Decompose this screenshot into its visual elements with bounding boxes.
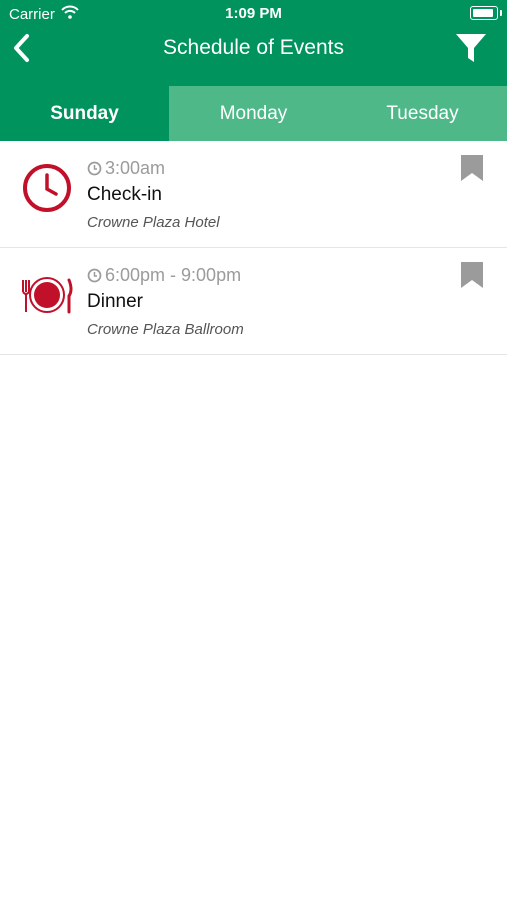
list-item[interactable]: 6:00pm - 9:00pm Dinner Crowne Plaza Ball… — [0, 248, 507, 355]
tab-tuesday[interactable]: Tuesday — [338, 86, 507, 141]
day-tabs: Sunday Monday Tuesday — [0, 86, 507, 141]
status-bar: Carrier 1:09 PM — [0, 0, 507, 28]
event-location: Crowne Plaza Hotel — [87, 214, 220, 231]
small-clock-icon — [87, 161, 102, 176]
clock-icon — [23, 164, 71, 212]
event-location: Crowne Plaza Ballroom — [87, 321, 244, 338]
bookmark-icon[interactable] — [461, 155, 483, 181]
tab-sunday[interactable]: Sunday — [0, 86, 169, 141]
event-time: 6:00pm - 9:00pm — [87, 265, 241, 286]
event-name: Dinner — [87, 291, 143, 312]
small-clock-icon — [87, 268, 102, 283]
battery-icon — [470, 6, 502, 20]
dinner-plate-icon — [22, 277, 73, 314]
event-time-text: 6:00pm - 9:00pm — [105, 265, 242, 285]
page-title: Schedule of Events — [163, 36, 344, 59]
event-list: 3:00am Check-in Crowne Plaza Hotel 6:00p… — [0, 141, 507, 355]
filter-icon[interactable] — [454, 32, 488, 64]
event-time-text: 3:00am — [105, 158, 166, 178]
tab-monday[interactable]: Monday — [169, 86, 338, 141]
app-header: Carrier 1:09 PM Schedule of Events Sunda… — [0, 0, 507, 141]
list-item[interactable]: 3:00am Check-in Crowne Plaza Hotel — [0, 141, 507, 248]
event-name: Check-in — [87, 184, 162, 205]
status-time: 1:09 PM — [225, 5, 282, 22]
bookmark-icon[interactable] — [461, 262, 483, 288]
event-time: 3:00am — [87, 158, 165, 179]
